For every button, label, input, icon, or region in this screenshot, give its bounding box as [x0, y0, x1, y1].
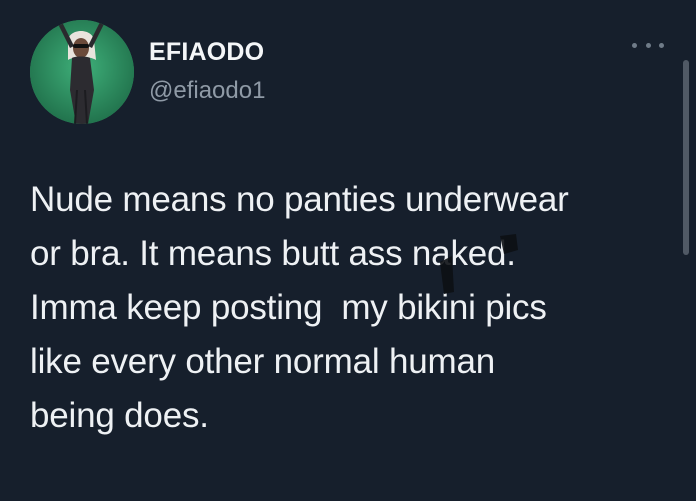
profile-photo — [30, 20, 134, 124]
tweet-text-line: like every other normal human — [30, 342, 495, 381]
tweet-text-line: Nude means no panties underwear — [30, 180, 569, 219]
user-handle[interactable]: @efiaodo1 — [149, 77, 265, 105]
more-dot — [632, 42, 637, 48]
display-name[interactable]: EFIAODO — [149, 38, 264, 67]
more-dot — [645, 42, 651, 48]
tweet-card: EFIAODO @efiaodo1 Nude means no panties … — [0, 0, 696, 501]
tweet-text: Nude means no panties underwear or bra. … — [30, 173, 670, 443]
tweet-text-line: being does. — [30, 396, 209, 435]
tweet-text-line: or bra. It means butt ass naked. — [30, 234, 516, 273]
scrollbar[interactable] — [683, 60, 689, 255]
more-options-icon[interactable] — [632, 35, 664, 55]
more-dot — [659, 42, 664, 48]
avatar[interactable] — [30, 20, 134, 124]
smudge-artifact — [440, 234, 518, 294]
tweet-text-line: Imma keep posting my bikini pics — [30, 288, 547, 327]
